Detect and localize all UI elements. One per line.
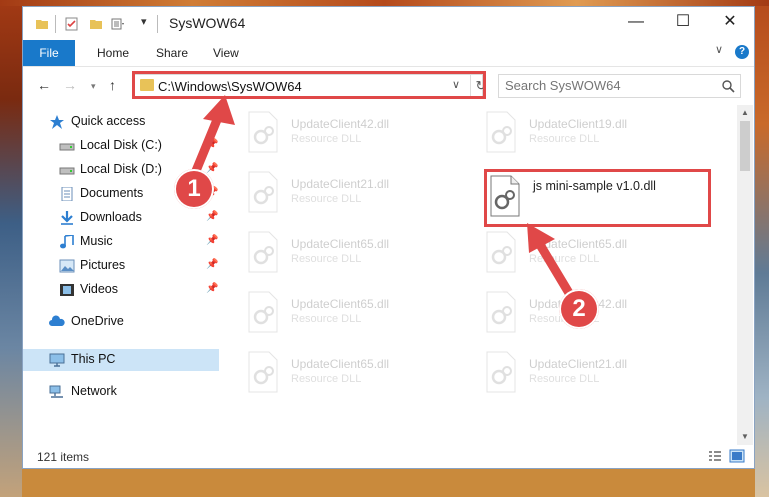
annotation-arrows [186, 95, 580, 308]
step-1-badge: 1 [174, 169, 214, 209]
file-explorer-window: ▾ SysWOW64 — ☐ ✕ File Home Share View ∨ … [22, 6, 755, 469]
desktop-background-right [755, 0, 769, 497]
arrow-1-head [203, 95, 235, 125]
step-2-badge: 2 [559, 289, 599, 329]
desktop-background-left [0, 0, 22, 497]
